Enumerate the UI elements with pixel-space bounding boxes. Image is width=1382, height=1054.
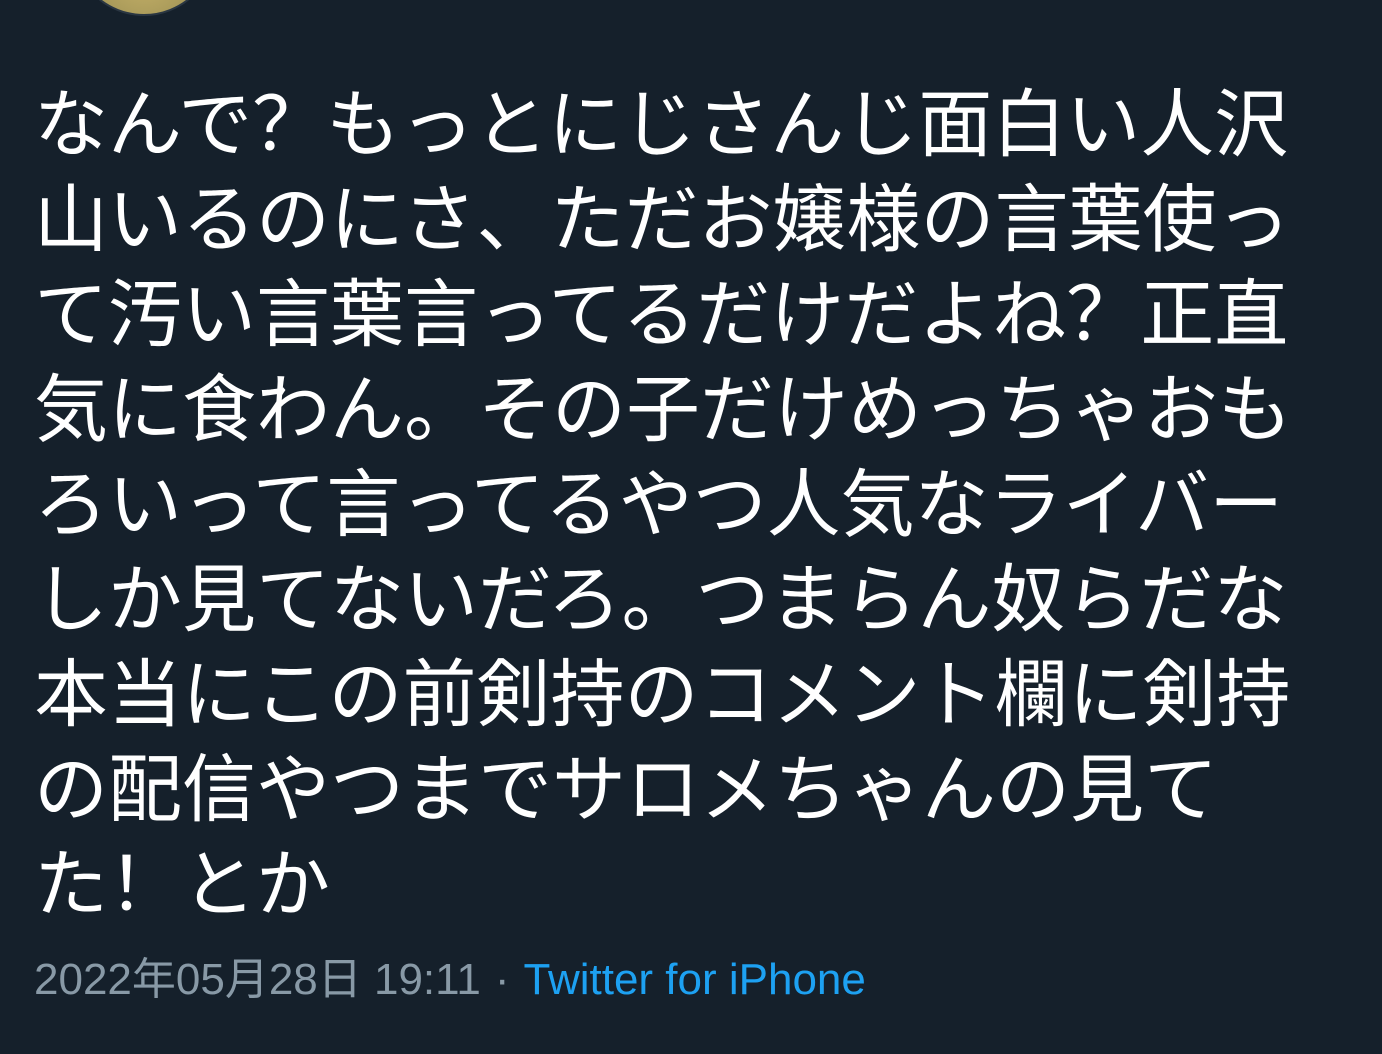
tweet-text-line: 気に食わん。その子だけめっちゃおも [34,367,1292,453]
tweet-text-line: た！とか [34,842,330,928]
tweet-timestamp[interactable]: 2022年05月28日 19:11 [34,955,481,1004]
tweet-source-link[interactable]: Twitter for iPhone [524,955,866,1004]
tweet-text-line: ろいって言ってるやつ人気なライバー [34,462,1284,548]
meta-separator: · [494,955,510,1004]
tweet-text-line: て汚い言葉言ってるだけだよね？正直 [34,272,1289,358]
tweet-text: なんで？もっとにじさんじ面白い人沢 山いるのにさ、ただお嬢様の言葉使っ て汚い言… [34,78,1354,933]
tweet-meta: 2022年05月28日 19:11 · Twitter for iPhone [34,950,866,1010]
tweet-text-line: しか見てないだろ。つまらん奴らだな [34,557,1288,643]
tweet-text-line: 本当にこの前剣持のコメント欄に剣持 [34,652,1291,738]
tweet-text-line: の配信やつまでサロメちゃんの見て [34,747,1218,833]
tweet-text-line: なんで？もっとにじさんじ面白い人沢 [34,82,1289,168]
avatar[interactable] [72,0,216,16]
tweet-text-line: 山いるのにさ、ただお嬢様の言葉使っ [34,177,1291,263]
